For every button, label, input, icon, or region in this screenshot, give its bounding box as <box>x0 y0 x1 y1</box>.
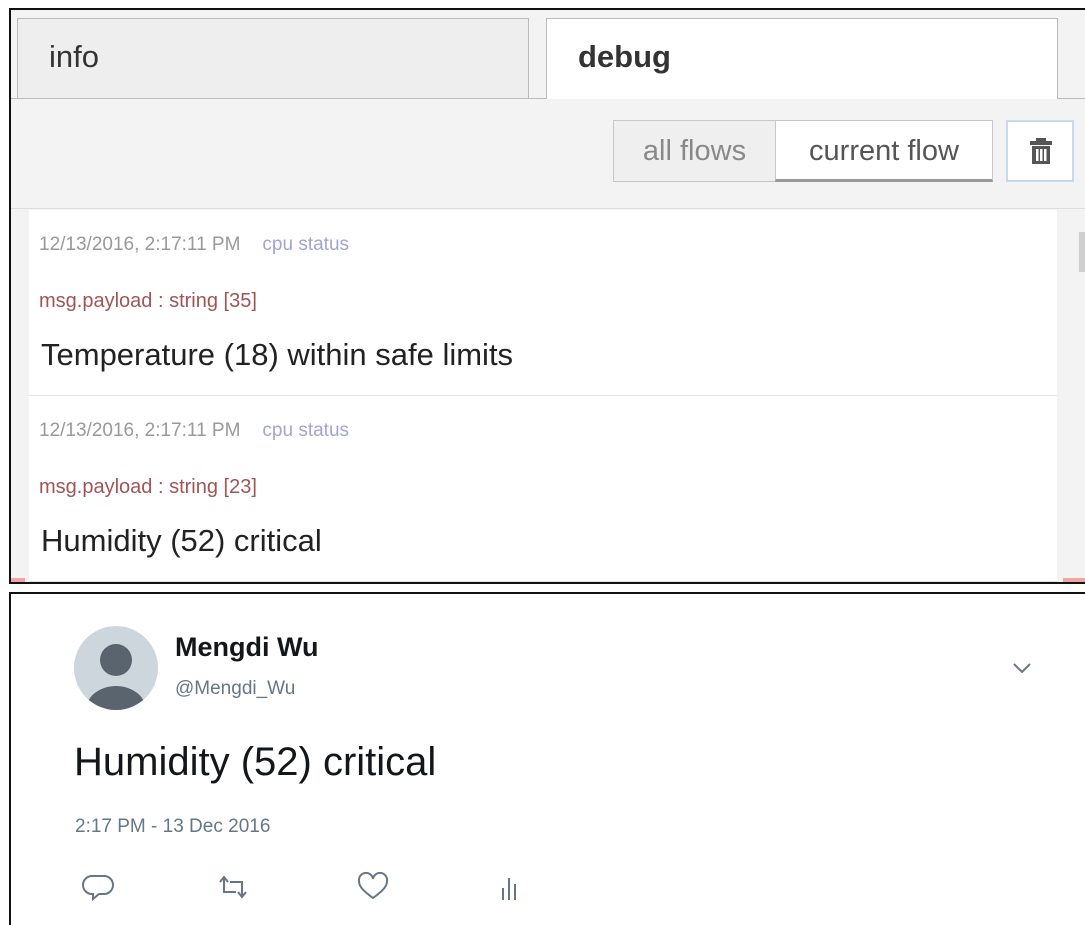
message-timestamp: 12/13/2016, 2:17:11 PM <box>39 234 241 255</box>
reply-icon[interactable] <box>82 872 116 902</box>
debug-message[interactable]: 12/13/2016, 2:17:11 PM cpu status msg.pay… <box>29 396 1059 582</box>
debug-message[interactable]: 12/13/2016, 2:17:11 PM cpu status msg.pay… <box>29 210 1059 396</box>
message-meta: 12/13/2016, 2:17:11 PM cpu status <box>39 234 349 256</box>
author-name[interactable]: Mengdi Wu <box>175 632 318 663</box>
message-value: Temperature (18) within safe limits <box>41 337 514 372</box>
all-flows-button[interactable]: all flows <box>613 120 776 182</box>
error-edge-marker <box>11 578 25 582</box>
message-meta: 12/13/2016, 2:17:11 PM cpu status <box>39 420 349 442</box>
avatar[interactable] <box>74 626 158 710</box>
default-avatar-icon <box>86 644 146 710</box>
retweet-icon[interactable] <box>216 872 250 902</box>
current-flow-button[interactable]: current flow <box>775 120 993 182</box>
message-node-name[interactable]: cpu status <box>262 420 349 441</box>
tweet-actions <box>74 872 534 902</box>
message-node-name[interactable]: cpu status <box>262 234 349 255</box>
tweet-text: Humidity (52) critical <box>74 740 437 784</box>
scrollbar-thumb[interactable] <box>1079 232 1085 272</box>
message-type: msg.payload : string [23] <box>39 476 257 498</box>
trash-icon <box>1030 138 1052 164</box>
analytics-icon[interactable] <box>494 872 528 902</box>
message-value: Humidity (52) critical <box>41 523 322 558</box>
chevron-down-icon[interactable] <box>1011 660 1033 676</box>
debug-sidebar: info debug all flows current flow 12/13/… <box>9 8 1085 584</box>
tweet-card: Mengdi Wu @Mengdi_Wu Humidity (52) criti… <box>9 592 1085 925</box>
message-type: msg.payload : string [35] <box>39 290 257 312</box>
tab-info[interactable]: info <box>17 18 529 99</box>
message-timestamp: 12/13/2016, 2:17:11 PM <box>39 420 241 441</box>
error-edge-marker <box>1063 578 1085 582</box>
debug-message-list: 12/13/2016, 2:17:11 PM cpu status msg.pay… <box>29 210 1059 582</box>
clear-messages-button[interactable] <box>1006 120 1074 182</box>
debug-toolbar: all flows current flow <box>11 99 1085 209</box>
tab-debug[interactable]: debug <box>546 18 1058 100</box>
like-icon[interactable] <box>356 872 390 902</box>
tweet-timestamp[interactable]: 2:17 PM - 13 Dec 2016 <box>75 816 270 838</box>
author-handle[interactable]: @Mengdi_Wu <box>175 678 295 700</box>
tab-bar: info debug <box>11 10 1085 100</box>
